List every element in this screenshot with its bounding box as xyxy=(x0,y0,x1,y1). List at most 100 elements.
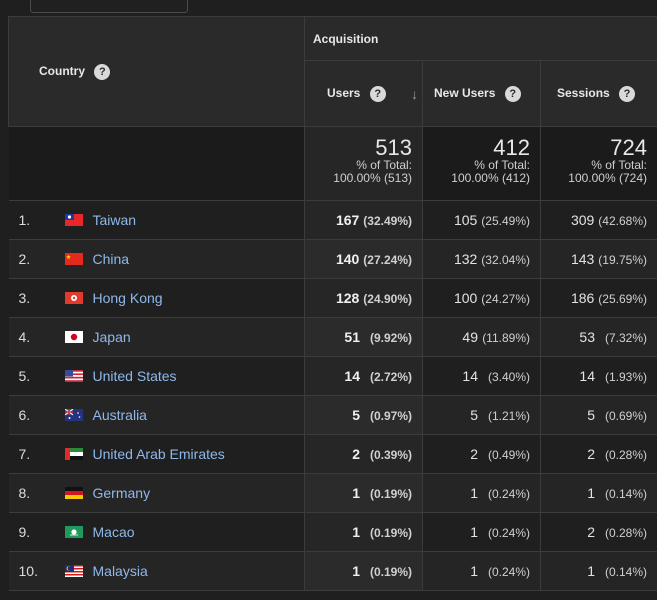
sessions-cell: 1 (0.14%) xyxy=(540,551,657,591)
users-value: 140 xyxy=(335,251,360,267)
germany-flag-icon xyxy=(64,486,83,499)
sessions-value: 5 xyxy=(587,407,595,423)
new-users-cell: 100 (24.27%) xyxy=(422,278,541,318)
row-index: 6. xyxy=(18,407,31,423)
users-value: 2 xyxy=(352,446,360,462)
users-total-percent: 100.00% (513) xyxy=(333,171,412,185)
users-cell: 1 (0.19%) xyxy=(304,551,423,591)
country-column-header[interactable]: Country ? xyxy=(8,16,305,127)
new-users-cell: 1 (0.24%) xyxy=(422,473,541,513)
country-link[interactable]: Japan xyxy=(93,329,131,345)
sessions-value: 14 xyxy=(579,368,595,384)
users-cell: 1 (0.19%) xyxy=(304,512,423,552)
users-cell: 51 (9.92%) xyxy=(304,317,423,357)
country-link[interactable]: Hong Kong xyxy=(93,290,163,306)
new-users-cell: 5 (1.21%) xyxy=(422,395,541,435)
row-index: 2. xyxy=(18,251,31,267)
sessions-percent: (0.69%) xyxy=(604,409,647,423)
help-icon[interactable]: ? xyxy=(504,85,521,102)
country-cell: 4. Japan xyxy=(8,317,305,357)
new-users-percent: (24.27%) xyxy=(481,292,530,306)
report-table: Country ? Acquisition Users ? ↓ New User… xyxy=(8,16,657,591)
new-users-header-label: New Users xyxy=(434,85,496,100)
table-row: 4. Japan 51 (9.92%) 49 (11.89%) 53 (7.32%) xyxy=(8,317,657,357)
users-value: 14 xyxy=(344,368,360,384)
sessions-cell: 2 (0.28%) xyxy=(540,512,657,552)
sessions-column-header[interactable]: Sessions ? xyxy=(540,60,657,127)
users-percent: (32.49%) xyxy=(363,214,412,228)
country-link[interactable]: Malaysia xyxy=(93,563,148,579)
users-percent: (0.97%) xyxy=(369,409,412,423)
new-users-percent: (25.49%) xyxy=(481,214,530,228)
row-index: 8. xyxy=(18,485,31,501)
users-header-label: Users xyxy=(327,85,361,100)
users-value: 1 xyxy=(352,524,360,540)
row-index: 10. xyxy=(18,563,38,579)
sessions-percent: (1.93%) xyxy=(604,370,647,384)
sessions-value: 186 xyxy=(570,290,595,306)
row-index: 4. xyxy=(18,329,31,345)
country-link[interactable]: United Arab Emirates xyxy=(93,446,225,462)
macao-flag-icon xyxy=(64,525,83,538)
new-users-percent: (1.21%) xyxy=(487,409,530,423)
table-row: 2. China 140 (27.24%) 132 (32.04%) 143 (19.75%) xyxy=(8,239,657,279)
sessions-percent: (0.14%) xyxy=(604,565,647,579)
users-value: 1 xyxy=(352,485,360,501)
segment-dropdown[interactable] xyxy=(30,0,188,13)
sessions-value: 2 xyxy=(587,524,595,540)
country-link[interactable]: China xyxy=(93,251,130,267)
table-row: 7. United Arab Emirates 2 (0.39%) 2 (0.49%) 2 (… xyxy=(8,434,657,474)
sort-descending-icon[interactable]: ↓ xyxy=(411,86,418,102)
totals-row: 513 % of Total: 100.00% (513) 412 % of T… xyxy=(8,126,657,201)
sessions-cell: 143 (19.75%) xyxy=(540,239,657,279)
table-row: 10. Malaysia 1 (0.19%) 1 (0.24%) 1 (0.14%) xyxy=(8,551,657,591)
users-percent: (27.24%) xyxy=(363,253,412,267)
top-toolbar xyxy=(0,0,657,16)
country-cell: 3. Hong Kong xyxy=(8,278,305,318)
sessions-header-label: Sessions xyxy=(557,85,610,100)
country-cell: 10. Malaysia xyxy=(8,551,305,591)
country-link[interactable]: Macao xyxy=(93,524,135,540)
country-link[interactable]: Germany xyxy=(93,485,151,501)
sessions-total-percent: 100.00% (724) xyxy=(568,171,647,185)
new-users-value: 1 xyxy=(470,485,478,501)
users-value: 128 xyxy=(335,290,360,306)
users-column-header[interactable]: Users ? ↓ xyxy=(304,60,423,127)
australia-flag-icon xyxy=(64,408,83,421)
new-users-value: 105 xyxy=(453,212,478,228)
users-value: 1 xyxy=(352,563,360,579)
new-users-column-header[interactable]: New Users ? xyxy=(422,60,541,127)
help-icon[interactable]: ? xyxy=(619,85,636,102)
new-users-value: 49 xyxy=(462,329,478,345)
country-link[interactable]: Taiwan xyxy=(93,212,137,228)
new-users-cell: 105 (25.49%) xyxy=(422,200,541,240)
new-users-percent: (0.49%) xyxy=(487,448,530,462)
new-users-cell: 1 (0.24%) xyxy=(422,512,541,552)
users-value: 51 xyxy=(344,329,360,345)
country-link[interactable]: United States xyxy=(93,368,177,384)
sessions-cell: 186 (25.69%) xyxy=(540,278,657,318)
row-index: 9. xyxy=(18,524,31,540)
sessions-cell: 5 (0.69%) xyxy=(540,395,657,435)
japan-flag-icon xyxy=(64,330,83,343)
sessions-cell: 53 (7.32%) xyxy=(540,317,657,357)
sessions-value: 1 xyxy=(587,485,595,501)
users-percent: (2.72%) xyxy=(369,370,412,384)
china-flag-icon xyxy=(64,252,83,265)
new-users-percent: (0.24%) xyxy=(487,526,530,540)
sessions-total-value: 724 xyxy=(610,135,647,160)
row-index: 7. xyxy=(18,446,31,462)
country-link[interactable]: Australia xyxy=(93,407,147,423)
new-users-cell: 14 (3.40%) xyxy=(422,356,541,396)
new-users-total-percent: 100.00% (412) xyxy=(451,171,530,185)
help-icon[interactable]: ? xyxy=(369,85,386,102)
sessions-value: 143 xyxy=(570,251,595,267)
country-cell: 9. Macao xyxy=(8,512,305,552)
sessions-value: 53 xyxy=(579,329,595,345)
table-row: 8. Germany 1 (0.19%) 1 (0.24%) 1 (0.14%) xyxy=(8,473,657,513)
acquisition-group-header: Acquisition xyxy=(304,16,657,61)
new-users-value: 14 xyxy=(462,368,478,384)
users-total-value: 513 xyxy=(375,135,412,160)
help-icon[interactable]: ? xyxy=(94,63,111,80)
sessions-value: 1 xyxy=(587,563,595,579)
